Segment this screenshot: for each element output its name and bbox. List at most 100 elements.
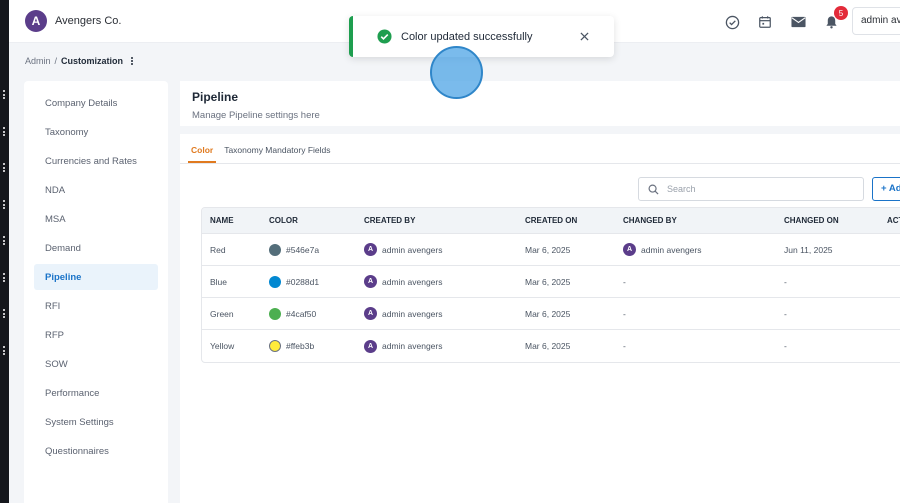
row-changed-by: - [623,276,626,287]
search-icon [648,184,659,195]
sidebar-item-nda[interactable]: NDA [34,177,158,203]
table-row[interactable]: Blue #0288d1 A admin avengers Mar 6, 202… [202,266,900,298]
table-row[interactable]: Red #546e7a A admin avengers Mar 6, 2025… [202,234,900,266]
rail-dots-icon [3,200,6,209]
sidebar-item-sow[interactable]: SOW [34,351,158,377]
row-created-on: Mar 6, 2025 [525,244,571,255]
pipeline-card: Color Taxonomy Mandatory Fields Search +… [180,134,900,503]
row-changed-by: - [623,341,626,351]
row-created-on: Mar 6, 2025 [525,341,571,351]
sidebar-item-demand[interactable]: Demand [34,235,158,261]
close-icon[interactable] [576,28,592,44]
column-header-changed-by[interactable]: CHANGED BY [623,208,677,233]
sidebar-item-msa[interactable]: MSA [34,206,158,232]
row-created-by: A admin avengers [364,234,442,265]
row-changed-by: - [623,308,626,319]
sidebar-item-rfi[interactable]: RFI [34,293,158,319]
sidebar-item-company-details[interactable]: Company Details [34,90,158,116]
rail-dots-icon [3,346,6,355]
color-hex: #546e7a [286,244,320,255]
app-window: A Avengers Co. 5 admin av Admin / Custom… [9,0,900,503]
brand-name: Avengers Co. [55,15,122,27]
row-name: Blue [210,276,228,287]
notification-badge: 5 [834,6,848,20]
color-swatch [269,340,281,352]
row-name: Yellow [210,341,235,351]
row-created-by: A admin avengers [364,298,442,329]
sidebar-item-system-settings[interactable]: System Settings [34,409,158,435]
user-avatar: A [623,243,636,256]
user-menu-button[interactable]: admin av [852,7,900,35]
row-color: #0288d1 [269,266,319,297]
page-header: Pipeline Manage Pipeline settings here [180,81,900,126]
color-swatch [269,275,281,288]
breadcrumb-root[interactable]: Admin [25,56,51,66]
row-created-on: Mar 6, 2025 [525,308,571,319]
color-swatch [269,243,281,256]
breadcrumb-separator: / [54,56,58,66]
brand[interactable]: A Avengers Co. [25,10,121,32]
user-avatar: A [364,275,377,288]
add-button[interactable]: + Add [872,177,900,201]
created-by-name: admin avengers [382,308,443,319]
cursor-highlight [430,46,483,99]
created-by-name: admin avengers [382,244,443,255]
row-created-on: Mar 6, 2025 [525,276,571,287]
column-header-changed-on[interactable]: CHANGED ON [784,208,839,233]
color-swatch [269,307,281,320]
rail-dots-icon [3,163,6,172]
user-avatar: A [364,307,377,320]
user-avatar: A [364,339,377,353]
created-by-name: admin avengers [382,276,443,287]
sidebar-item-performance[interactable]: Performance [34,380,158,406]
row-changed-on: Jun 11, 2025 [784,244,833,255]
table-row[interactable]: Green #4caf50 A admin avengers Mar 6, 20… [202,298,900,330]
page-subtitle: Manage Pipeline settings here [192,110,320,121]
bell-icon[interactable]: 5 [820,6,848,33]
tab-bar: Color Taxonomy Mandatory Fields [180,134,900,164]
table-row[interactable]: Yellow #ffeb3b A admin avengers Mar 6, 2… [202,330,900,362]
rail-dots-icon [3,127,6,136]
color-table: NAME COLOR CREATED BY CREATED ON CHANGED… [201,207,900,363]
column-header-name[interactable]: NAME [210,208,234,233]
left-rail [0,0,9,503]
row-created-by: A admin avengers [364,330,442,362]
tab-color[interactable]: Color [188,145,217,163]
color-hex: #0288d1 [286,276,320,287]
user-avatar: A [364,243,377,256]
sidebar-item-taxonomy[interactable]: Taxonomy [34,119,158,145]
table-header-row: NAME COLOR CREATED BY CREATED ON CHANGED… [202,208,900,234]
search-input[interactable]: Search [638,177,864,201]
column-header-created-by[interactable]: CREATED BY [364,208,415,233]
toast-message: Color updated successfully [401,30,533,43]
sidebar-item-rfp[interactable]: RFP [34,322,158,348]
breadcrumb-current: Customization [61,56,124,66]
row-created-by: A admin avengers [364,266,442,297]
row-name: Red [210,244,226,255]
breadcrumb: Admin / Customization [25,56,134,66]
tasks-check-icon[interactable] [721,11,743,33]
sidebar-item-questionnaires[interactable]: Questionnaires [34,438,158,464]
color-hex: #4caf50 [286,308,317,319]
sidebar-item-pipeline[interactable]: Pipeline [34,264,158,290]
row-changed-by: A admin avengers [623,234,701,265]
changed-by-name: admin avengers [641,244,702,255]
main-content: Pipeline Manage Pipeline settings here C… [180,81,900,503]
column-header-color[interactable]: COLOR [269,208,298,233]
more-options-icon[interactable] [131,57,134,65]
sidebar-item-currencies[interactable]: Currencies and Rates [34,148,158,174]
brand-logo: A [25,10,47,32]
column-header-created-on[interactable]: CREATED ON [525,208,577,233]
rail-dots-icon [3,309,6,318]
row-color: #4caf50 [269,298,316,329]
created-by-name: admin avengers [382,341,443,351]
tab-taxonomy-mandatory-fields[interactable]: Taxonomy Mandatory Fields [221,145,333,163]
color-hex: #ffeb3b [286,341,315,351]
mail-icon[interactable] [787,11,809,33]
calendar-icon[interactable] [754,11,776,33]
success-toast: Color updated successfully [349,16,614,57]
row-changed-on: - [784,276,787,287]
row-color: #ffeb3b [269,330,314,362]
search-placeholder: Search [667,184,696,194]
page-title: Pipeline [192,90,239,104]
